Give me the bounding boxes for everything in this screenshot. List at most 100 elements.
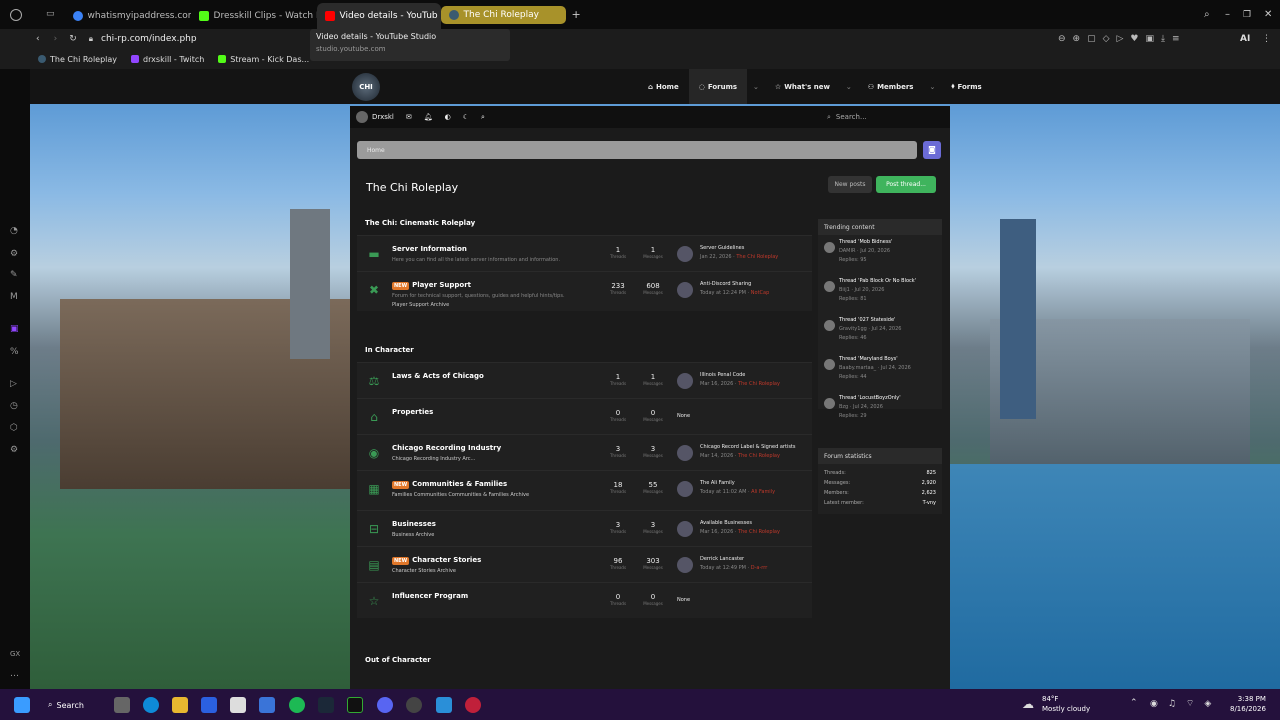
nav-forms[interactable]: ⬧ Forms <box>941 69 991 104</box>
latest-post-author[interactable]: The Chi Roleplay <box>738 529 780 535</box>
edge-icon[interactable] <box>143 697 159 713</box>
trending-title[interactable]: Thread 'LocustBoyzOnly' <box>839 395 901 401</box>
breadcrumb[interactable]: Home <box>357 141 917 159</box>
discord-icon[interactable]: ◙ <box>923 141 941 159</box>
taskbar-search[interactable]: ⌕ Search <box>48 696 102 714</box>
forum-node-row[interactable]: ⊟ Businesses Business Archive 3 Threads 3 Mess… <box>357 510 812 546</box>
trending-item[interactable]: Thread 'LocustBoyzOnly' Bzg · Jul 24, 202… <box>818 391 942 430</box>
forum-node-row[interactable]: ▤ NEW Character Stories Character Stories A… <box>357 546 812 582</box>
post-thread-button[interactable]: Post thread... <box>876 176 936 193</box>
new-tab-button[interactable]: + <box>572 8 581 21</box>
nav-members[interactable]: ⚇ Members <box>858 69 924 104</box>
avatar[interactable] <box>677 521 693 537</box>
chevron-down-icon[interactable]: ⌄ <box>747 83 765 91</box>
file-explorer-icon[interactable] <box>172 697 188 713</box>
trending-item[interactable]: Thread 'Pab Block Or No Block' Biij1 · Ju… <box>818 274 942 313</box>
url-field[interactable]: chi-rp.com/index.php <box>101 34 197 44</box>
ai-button[interactable]: AI <box>1240 34 1250 44</box>
spotify-icon[interactable] <box>289 697 305 713</box>
latest-post[interactable]: Anti-Discord Sharing Today at 12:24 PM · … <box>700 281 769 296</box>
latest-post-author[interactable]: The Chi Roleplay <box>738 381 780 387</box>
sidebar-shortcut-icon[interactable]: ◔ <box>10 226 18 236</box>
latest-post-author[interactable]: The Chi Roleplay <box>738 453 780 459</box>
settings-icon[interactable]: ⚙ <box>10 445 18 455</box>
search-input[interactable]: ⌕ Search... <box>827 110 945 124</box>
latest-post[interactable]: Chicago Record Label & Signed artists Mar… <box>700 444 796 459</box>
latest-post[interactable]: Available Businesses Mar 16, 2026 · The C… <box>700 520 780 535</box>
browser-menu-icon[interactable] <box>10 8 22 21</box>
avatar[interactable] <box>677 445 693 461</box>
latest-post[interactable]: The Ali Family Today at 11:02 AM · Ali Fa… <box>700 480 775 495</box>
tab-whatismyip[interactable]: whatismyipaddress.com <box>65 3 191 29</box>
subforum-link[interactable]: Player Support Archive <box>392 302 449 308</box>
nav-whats-new[interactable]: ☆ What's new <box>765 69 840 104</box>
back-icon[interactable]: ‹ <box>36 34 40 44</box>
avatar[interactable] <box>824 398 835 409</box>
forum-node-row[interactable]: ▦ NEW Communities & Families Families Commu… <box>357 470 812 510</box>
latest-post-author[interactable]: The Chi Roleplay <box>736 254 778 260</box>
forward-icon[interactable]: › <box>54 34 58 44</box>
avatar[interactable] <box>677 481 693 497</box>
tab-chi-roleplay[interactable]: The Chi Roleplay <box>440 5 566 24</box>
avatar[interactable] <box>677 246 693 262</box>
avatar[interactable] <box>356 111 368 123</box>
moon-icon[interactable]: ☾ <box>463 113 469 121</box>
trending-title[interactable]: Thread '027 Stateside' <box>839 317 895 323</box>
latest-post-author[interactable]: D-a-rrr <box>751 565 768 571</box>
trending-title[interactable]: Thread 'Maryland Boys' <box>839 356 898 362</box>
app-icon[interactable] <box>347 697 363 713</box>
subforum-link[interactable]: Business Archive <box>392 532 434 538</box>
forum-node-row[interactable]: ▬ Server Information Here you can find all… <box>357 235 812 271</box>
search-tabs-icon[interactable]: ⌕ <box>1204 9 1210 20</box>
play-icon[interactable]: ▷ <box>10 379 17 389</box>
chevron-up-icon[interactable]: ⌃ <box>1130 698 1138 708</box>
bookmark-twitch[interactable]: drxskill - Twitch <box>131 55 204 64</box>
clock[interactable]: 3:38 PM 8/16/2026 <box>1230 694 1266 714</box>
search-icon[interactable]: ⌕ <box>481 113 485 122</box>
avatar[interactable] <box>824 359 835 370</box>
forum-node-row[interactable]: ⌂ Properties 0 Threads 0 Messages None <box>357 398 812 434</box>
obs-icon[interactable] <box>406 697 422 713</box>
forum-node-title[interactable]: Server Information <box>392 245 467 253</box>
latest-post-author[interactable]: Ali Family <box>751 489 775 495</box>
forum-node-title[interactable]: Properties <box>392 408 433 416</box>
minimize-icon[interactable]: – <box>1225 9 1230 20</box>
avatar[interactable] <box>824 242 835 253</box>
copilot-icon[interactable] <box>201 697 217 713</box>
bookmark-kick[interactable]: Stream - Kick Das... <box>218 55 309 64</box>
clock-icon[interactable]: ◷ <box>10 401 18 411</box>
tab-actions-icon[interactable]: ▭ <box>46 10 55 19</box>
latest-post[interactable]: Illinois Penal Code Mar 16, 2026 · The Ch… <box>700 372 780 387</box>
app-icon[interactable] <box>436 697 452 713</box>
avatar[interactable] <box>677 373 693 389</box>
forum-node-title[interactable]: NEW Communities & Families <box>392 480 507 489</box>
trending-item[interactable]: Thread 'Maryland Boys' Baaby.martaa_ · Ju… <box>818 352 942 391</box>
latest-post[interactable]: Derrick Lancaster Today at 12:49 PM · D-a… <box>700 556 767 571</box>
bookmark-chi-roleplay[interactable]: The Chi Roleplay <box>38 55 117 64</box>
chevron-down-icon[interactable]: ⌄ <box>923 83 941 91</box>
sidebar-shortcut-icon[interactable]: % <box>10 347 19 357</box>
gx-icon[interactable]: GX <box>10 650 20 658</box>
trending-title[interactable]: Thread 'Mob Bidness' <box>839 239 892 245</box>
windows-start-icon[interactable] <box>14 697 30 713</box>
opera-gx-icon[interactable] <box>465 697 481 713</box>
forum-node-title[interactable]: Laws & Acts of Chicago <box>392 372 484 380</box>
new-posts-button[interactable]: New posts <box>828 176 872 193</box>
store-icon[interactable] <box>230 697 246 713</box>
tab-dresskill[interactable]: Dresskill Clips - Watch Liv <box>191 3 317 29</box>
sidebar-shortcut-icon[interactable]: ⚙ <box>10 249 18 259</box>
tray-icons[interactable]: ◉♫⌔◈ <box>1150 698 1221 709</box>
sidebar-shortcut-icon[interactable]: ⬡ <box>10 423 18 433</box>
avatar[interactable] <box>677 557 693 573</box>
trending-item[interactable]: Thread 'Mob Bidness' DAMIR · Jul 20, 2026… <box>818 235 942 274</box>
subforum-link[interactable]: Chicago Recording Industry Arc... <box>392 456 475 462</box>
forum-node-title[interactable]: Chicago Recording Industry <box>392 444 501 452</box>
more-icon[interactable]: … <box>10 669 19 679</box>
trending-item[interactable]: Thread '027 Stateside' Gravity1gg · Jul 2… <box>818 313 942 352</box>
subforum-link[interactable]: Character Stories Archive <box>392 568 456 574</box>
sidebar-shortcut-icon[interactable]: ✎ <box>10 270 18 280</box>
site-logo[interactable]: CHI <box>352 73 380 101</box>
twitch-icon[interactable]: ▣ <box>10 324 19 334</box>
forum-node-row[interactable]: ◉ Chicago Recording Industry Chicago Recor… <box>357 434 812 470</box>
forum-node-title[interactable]: Businesses <box>392 520 436 528</box>
